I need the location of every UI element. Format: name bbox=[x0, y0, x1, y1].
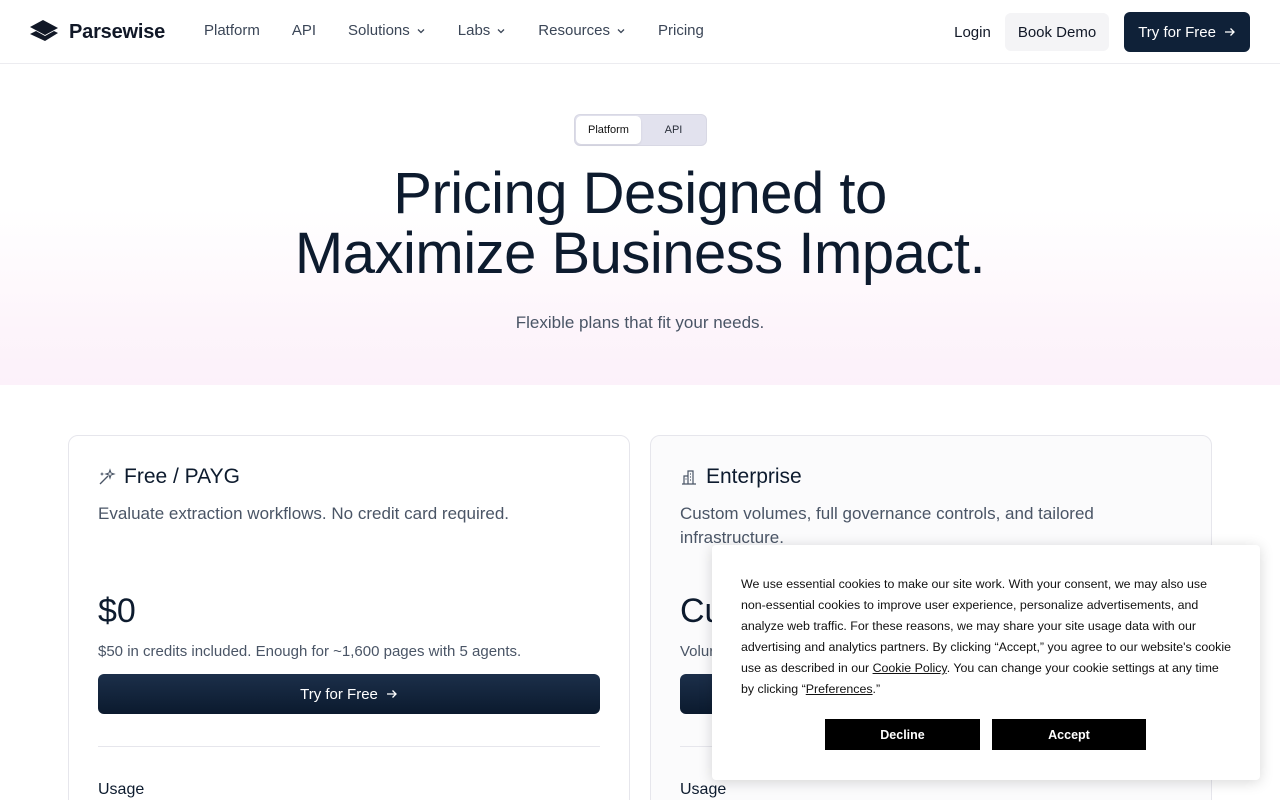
logo[interactable]: Parsewise bbox=[30, 20, 165, 44]
plan-note: $50 in credits included. Enough for ~1,6… bbox=[98, 643, 522, 660]
plan-try-for-free-button[interactable]: Try for Free bbox=[98, 674, 600, 714]
nav-actions: Login Book Demo Try for Free bbox=[954, 12, 1250, 52]
login-link[interactable]: Login bbox=[954, 24, 991, 41]
platform-api-toggle[interactable]: Platform API bbox=[574, 114, 707, 146]
top-navigation: Parsewise Platform API Solutions Labs Re… bbox=[0, 0, 1280, 64]
preferences-link[interactable]: Preferences bbox=[806, 682, 873, 696]
toggle-option-api[interactable]: API bbox=[641, 116, 706, 144]
parsewise-logo-icon bbox=[30, 20, 58, 41]
chevron-down-icon bbox=[617, 28, 625, 33]
plan-description: Evaluate extraction workflows. No credit… bbox=[98, 504, 510, 523]
arrow-right-icon bbox=[386, 690, 397, 698]
nav-link-platform[interactable]: Platform bbox=[204, 22, 260, 39]
plan-price: $0 bbox=[98, 592, 136, 630]
plan-header: Enterprise bbox=[680, 465, 802, 489]
sparkles-icon bbox=[99, 468, 116, 485]
nav-link-label: Platform bbox=[204, 22, 260, 39]
plan-section-heading: Usage bbox=[680, 781, 727, 798]
page-title-line1: Pricing Designed to bbox=[393, 161, 887, 226]
plan-name: Enterprise bbox=[706, 465, 802, 488]
toggle-option-platform[interactable]: Platform bbox=[576, 116, 641, 144]
nav-link-label: Solutions bbox=[348, 22, 410, 39]
plan-section-heading: Usage bbox=[98, 781, 145, 798]
nav-link-solutions[interactable]: Solutions bbox=[348, 22, 426, 39]
divider bbox=[98, 746, 600, 747]
plan-note: Volur bbox=[680, 643, 715, 660]
page-subtitle: Flexible plans that fit your needs. bbox=[515, 313, 765, 332]
primary-nav: Platform API Solutions Labs Resources Pr… bbox=[204, 22, 736, 39]
nav-link-resources[interactable]: Resources bbox=[538, 22, 626, 39]
page-title: Pricing Designed to Maximize Business Im… bbox=[0, 164, 1280, 284]
plan-card-free: Free / PAYG Evaluate extraction workflow… bbox=[68, 435, 630, 800]
plan-button-label: Try for Free bbox=[300, 685, 378, 703]
accept-cookies-button[interactable]: Accept bbox=[992, 719, 1146, 750]
logo-text: Parsewise bbox=[69, 20, 166, 43]
decline-cookies-button[interactable]: Decline bbox=[825, 719, 980, 750]
plan-name: Free / PAYG bbox=[124, 465, 240, 488]
cookie-policy-link[interactable]: Cookie Policy bbox=[873, 661, 947, 675]
chevron-down-icon bbox=[417, 28, 425, 33]
cookie-message: We use essential cookies to make our sit… bbox=[741, 574, 1231, 700]
pricing-hero: Platform API Pricing Designed to Maximiz… bbox=[0, 64, 1280, 385]
plan-header: Free / PAYG bbox=[98, 465, 240, 489]
nav-link-label: Pricing bbox=[658, 22, 704, 39]
nav-link-api[interactable]: API bbox=[292, 22, 316, 39]
page-title-line2: Maximize Business Impact. bbox=[294, 221, 986, 286]
nav-link-pricing[interactable]: Pricing bbox=[658, 22, 704, 39]
arrow-right-icon bbox=[1225, 28, 1235, 36]
plan-description: Custom volumes, full governance controls… bbox=[680, 504, 1094, 547]
chevron-down-icon bbox=[497, 28, 505, 33]
try-for-free-label: Try for Free bbox=[1138, 23, 1216, 41]
nav-link-label: Resources bbox=[538, 22, 610, 39]
nav-link-label: Labs bbox=[457, 22, 491, 39]
cookie-text-part: .” bbox=[872, 682, 881, 696]
nav-link-label: API bbox=[291, 22, 317, 39]
cookie-consent-banner: We use essential cookies to make our sit… bbox=[712, 545, 1260, 780]
book-demo-button[interactable]: Book Demo bbox=[1004, 13, 1110, 51]
nav-link-labs[interactable]: Labs bbox=[458, 22, 507, 39]
try-for-free-button[interactable]: Try for Free bbox=[1124, 12, 1250, 52]
building-icon bbox=[682, 470, 696, 485]
